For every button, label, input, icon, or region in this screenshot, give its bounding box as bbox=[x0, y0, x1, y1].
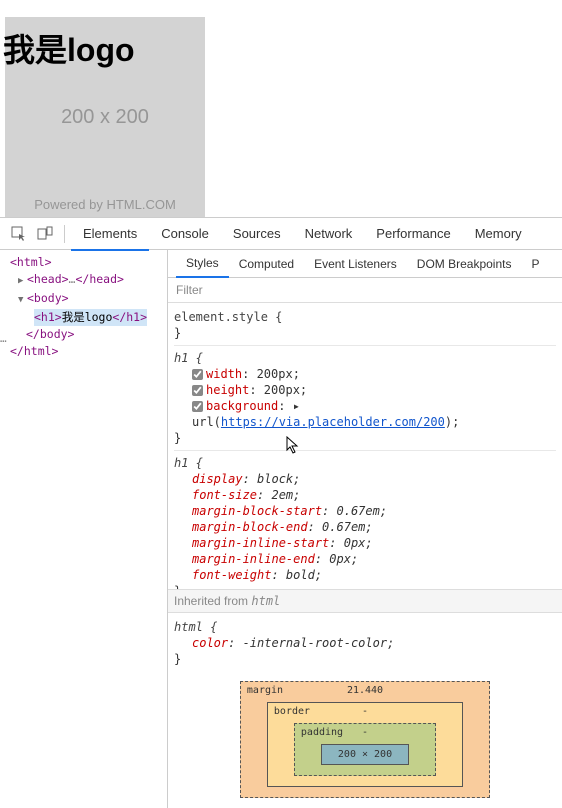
dim-text: 200 x 200 bbox=[61, 106, 149, 129]
subtab-styles[interactable]: Styles bbox=[176, 250, 229, 278]
device-toggle-icon[interactable] bbox=[37, 226, 53, 242]
rule-h1-ua[interactable]: h1 { display: block; font-size: 2em; mar… bbox=[174, 451, 556, 589]
inspect-icon[interactable] bbox=[11, 226, 27, 242]
prop-height-checkbox[interactable] bbox=[192, 385, 203, 396]
rule-element-style[interactable]: element.style { } bbox=[174, 305, 556, 346]
styles-subtabs: Styles Computed Event Listeners DOM Brea… bbox=[168, 250, 562, 278]
tab-elements[interactable]: Elements bbox=[71, 218, 149, 251]
dom-html[interactable]: <html> bbox=[10, 255, 52, 269]
bm-padding-label: padding bbox=[301, 727, 343, 738]
devtools-main-tabs: Elements Console Sources Network Perform… bbox=[0, 218, 562, 250]
tab-memory[interactable]: Memory bbox=[463, 218, 534, 249]
dom-tree[interactable]: … <html> ▶<head>…</head> ▼<body> <h1>我是l… bbox=[0, 250, 168, 808]
dom-body[interactable]: <body> bbox=[27, 291, 69, 305]
tab-console[interactable]: Console bbox=[149, 218, 221, 249]
h1-preview: 我是logo bbox=[3, 25, 135, 71]
rule-html-ua[interactable]: html { color: -internal-root-color; } bbox=[174, 615, 556, 671]
bm-margin-top[interactable]: 21.440 bbox=[347, 685, 383, 696]
tab-performance[interactable]: Performance bbox=[364, 218, 462, 249]
dom-selected-h1[interactable]: <h1>我是logo</h1> bbox=[34, 309, 147, 326]
powered-text: Powered by HTML.COM bbox=[34, 197, 176, 212]
subtab-event-listeners[interactable]: Event Listeners bbox=[304, 251, 407, 277]
subtab-more[interactable]: P bbox=[521, 251, 549, 277]
subtab-dom-breakpoints[interactable]: DOM Breakpoints bbox=[407, 251, 522, 277]
inherited-header: Inherited from html bbox=[168, 589, 562, 613]
tab-network[interactable]: Network bbox=[293, 218, 365, 249]
box-model[interactable]: margin 21.440 border - padding - 200 × 2… bbox=[168, 671, 562, 808]
dom-body-close[interactable]: </body> bbox=[26, 327, 74, 341]
styles-panel: Styles Computed Event Listeners DOM Brea… bbox=[168, 250, 562, 808]
bm-border-label: border bbox=[274, 706, 310, 717]
dom-html-close[interactable]: </html> bbox=[10, 344, 58, 358]
bm-content[interactable]: 200 × 200 bbox=[321, 744, 409, 765]
prop-width-checkbox[interactable] bbox=[192, 369, 203, 380]
filter-input[interactable]: Filter bbox=[168, 278, 562, 303]
bm-padding-top[interactable]: - bbox=[362, 727, 368, 738]
dom-head[interactable]: <head> bbox=[27, 272, 69, 286]
prop-background-checkbox[interactable] bbox=[192, 401, 203, 412]
rule-h1-author[interactable]: h1 { width: 200px; height: 200px; backgr… bbox=[174, 346, 556, 451]
bm-margin-label: margin bbox=[247, 685, 283, 696]
tab-sources[interactable]: Sources bbox=[221, 218, 293, 249]
bm-border-top[interactable]: - bbox=[362, 706, 368, 717]
page-preview: 200 x 200 Powered by HTML.COM 我是logo bbox=[0, 0, 562, 218]
subtab-computed[interactable]: Computed bbox=[229, 251, 304, 277]
bg-url-link[interactable]: https://via.placeholder.com/200 bbox=[221, 415, 445, 429]
